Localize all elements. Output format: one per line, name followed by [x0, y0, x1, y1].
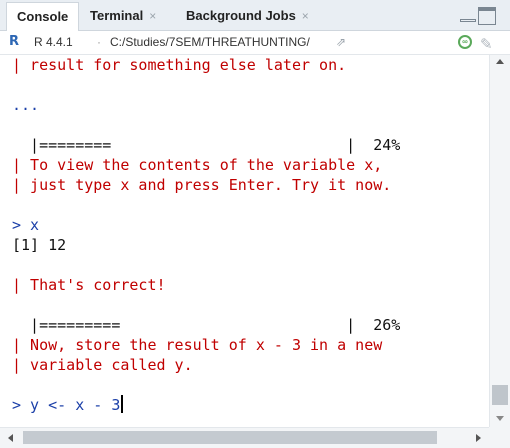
close-icon[interactable]: × [149, 9, 156, 23]
scroll-down-arrow-icon[interactable] [496, 416, 504, 421]
separator: · [97, 35, 101, 49]
console-line-input: > x [12, 216, 40, 234]
vertical-scrollbar[interactable] [489, 55, 510, 427]
clear-console-broom-icon[interactable]: ✎ [480, 33, 493, 56]
progress-line-26: |========= | 26% [12, 316, 401, 334]
tab-background-jobs[interactable]: Background Jobs × [176, 2, 326, 31]
r-logo-icon: R [9, 34, 20, 49]
progress-line-24: |======== | 24% [12, 136, 401, 154]
console-line-message: | just type x and press Enter. Try it no… [12, 176, 392, 194]
horizontal-scroll-thumb[interactable] [23, 431, 437, 444]
tab-background-jobs-label: Background Jobs [186, 8, 296, 23]
current-input-text: > y <- x - 3 [12, 396, 121, 414]
console-line-message: | Now, store the result of x - 3 in a ne… [12, 336, 383, 354]
console-info-bar: R R 4.4.1 · C:/Studies/7SEM/THREATHUNTIN… [0, 31, 510, 55]
minimize-pane-icon[interactable] [459, 7, 477, 25]
console-line-message: | That's correct! [12, 276, 166, 294]
console-line-message: | To view the contents of the variable x… [12, 156, 383, 174]
tab-terminal[interactable]: Terminal × [80, 2, 172, 31]
vertical-scroll-thumb[interactable] [492, 385, 508, 405]
console-input-line[interactable]: > y <- x - 3 [12, 395, 124, 415]
tab-console-label: Console [17, 9, 69, 24]
scroll-up-arrow-icon[interactable] [496, 59, 504, 64]
scroll-right-arrow-icon[interactable] [476, 434, 481, 442]
tab-console[interactable]: Console [6, 2, 79, 31]
console-line-output: [1] 12 [12, 236, 67, 254]
working-directory-path: C:/Studies/7SEM/THREATHUNTING/ [110, 35, 310, 49]
go-to-directory-icon[interactable]: ⇗ [336, 31, 346, 54]
maximize-pane-icon[interactable] [478, 7, 496, 25]
pane-tab-bar: Console Terminal × Background Jobs × [0, 0, 510, 31]
console-line-message: | variable called y. [12, 356, 193, 374]
r-version: R 4.4.1 [34, 35, 73, 49]
console-line-ellipsis: ... [12, 96, 40, 114]
text-cursor [121, 395, 124, 413]
console-line-message: | result for something else later on. [12, 56, 347, 74]
scrollbar-corner [489, 427, 510, 448]
horizontal-scrollbar[interactable] [0, 427, 489, 448]
console-output[interactable]: | result for something else later on. ..… [0, 55, 489, 427]
scroll-left-arrow-icon[interactable] [8, 434, 13, 442]
tab-terminal-label: Terminal [90, 8, 144, 23]
close-icon[interactable]: × [302, 9, 309, 23]
wd-status-icon[interactable]: ∞ [458, 35, 472, 49]
